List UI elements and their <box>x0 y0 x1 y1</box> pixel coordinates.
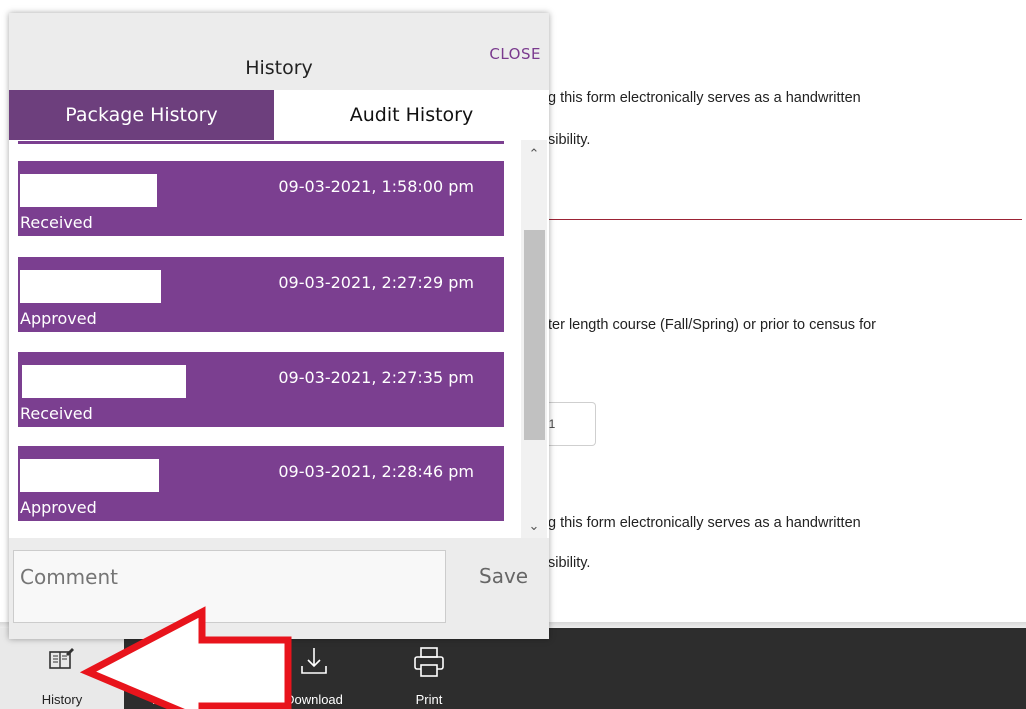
close-button[interactable]: CLOSE <box>489 45 541 63</box>
form-text: g this form electronically serves as a h… <box>548 90 861 106</box>
scroll-thumb[interactable] <box>524 230 545 440</box>
history-entry[interactable]: 09-03-2021, 2:27:29 pm Approved <box>18 257 504 332</box>
entry-timestamp: 09-03-2021, 2:28:46 pm <box>278 462 474 481</box>
section-divider <box>540 219 1022 220</box>
entry-timestamp: 09-03-2021, 2:27:35 pm <box>278 368 474 387</box>
entry-status: Approved <box>20 309 97 328</box>
tab-package-history[interactable]: Package History <box>9 90 274 140</box>
form-text: sibility. <box>548 132 591 148</box>
list-scrollbar[interactable]: ⌃ ⌄ <box>521 140 547 538</box>
entry-timestamp: 09-03-2021, 2:27:29 pm <box>278 273 474 292</box>
entry-status: Received <box>20 404 93 423</box>
history-icon <box>49 648 74 669</box>
panel-title: History <box>245 57 313 79</box>
history-list[interactable]: 09-03-2021, 1:58:00 pm Received 09-03-20… <box>9 140 549 538</box>
history-entry[interactable]: 09-03-2021, 2:27:35 pm Received <box>18 352 504 427</box>
redacted-name <box>20 174 157 207</box>
form-text: g this form electronically serves as a h… <box>548 515 861 531</box>
history-entry[interactable]: 09-03-2021, 1:58:00 pm Received <box>18 161 504 236</box>
entry-timestamp: 09-03-2021, 1:58:00 pm <box>278 177 474 196</box>
entry-status: Approved <box>20 498 97 517</box>
print-button-label: Print <box>415 692 443 707</box>
scroll-up-icon[interactable]: ⌃ <box>521 146 547 164</box>
history-entry[interactable]: 09-03-2021, 2:28:46 pm Approved <box>18 446 504 521</box>
download-icon <box>301 648 327 674</box>
tab-audit-history[interactable]: Audit History <box>274 90 549 140</box>
entry-status: Received <box>20 213 93 232</box>
history-tabs: Package History Audit History <box>9 90 549 140</box>
redacted-name <box>20 459 159 492</box>
redacted-name <box>22 365 186 398</box>
list-item-edge <box>18 141 504 144</box>
redacted-name <box>20 270 161 303</box>
form-text: ter length course (Fall/Spring) or prior… <box>548 317 876 333</box>
form-text: sibility. <box>548 555 591 571</box>
printer-icon <box>414 647 444 677</box>
save-button[interactable]: Save <box>479 564 528 588</box>
red-arrow-icon <box>80 606 292 709</box>
scroll-down-icon[interactable]: ⌄ <box>521 518 547 536</box>
print-button[interactable]: Print <box>374 628 484 709</box>
history-panel: History CLOSE Package History Audit Hist… <box>9 13 549 639</box>
